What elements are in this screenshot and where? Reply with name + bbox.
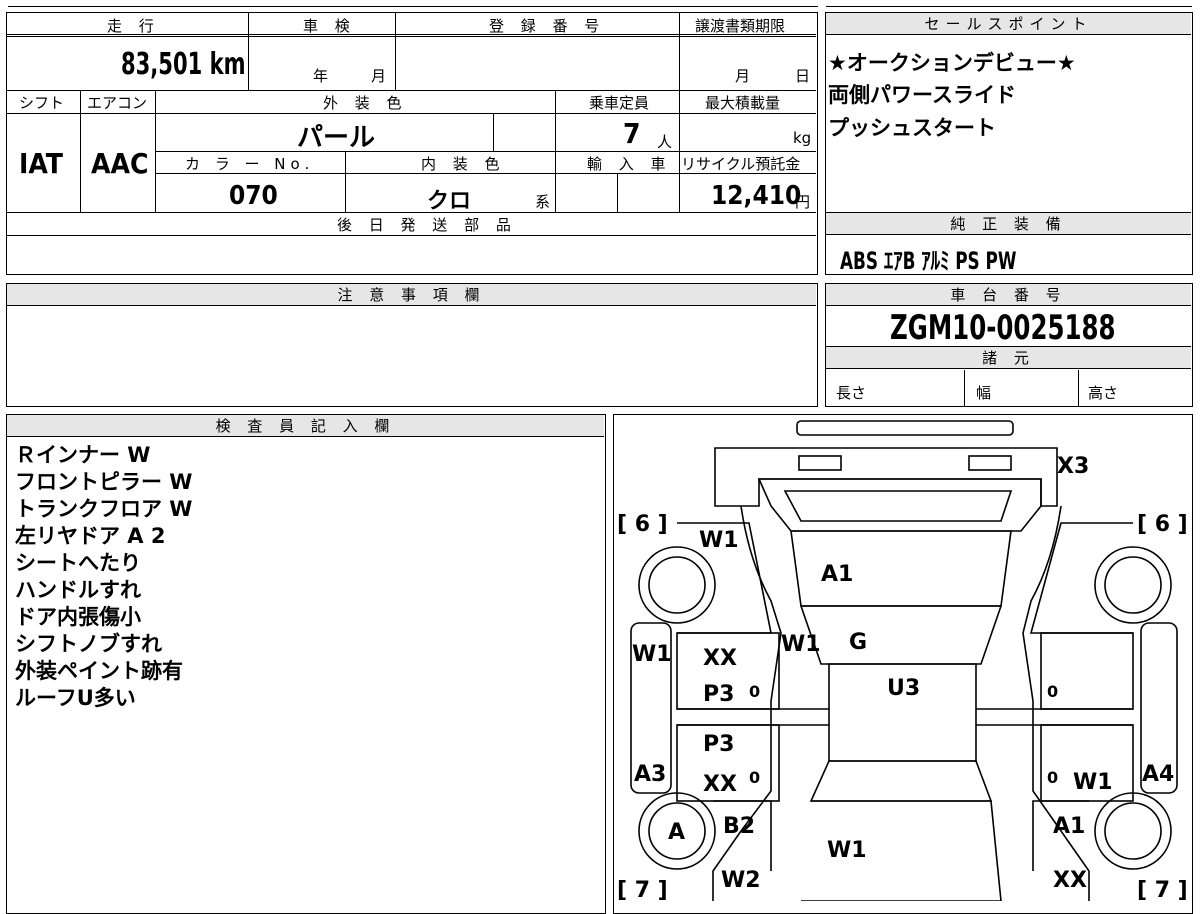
max-load-unit: kg	[793, 129, 812, 147]
zero-mark: 0	[1047, 768, 1058, 787]
transfer-day: 日	[795, 67, 811, 85]
mark: X3	[1057, 454, 1089, 479]
rear-spoiler	[796, 420, 1014, 436]
mark: P3	[703, 732, 734, 757]
inspector-line: ハンドルすれ	[15, 578, 141, 602]
mark: A1	[821, 562, 853, 587]
recycle-header: リサイクル預託金	[681, 155, 801, 173]
zero-mark: 0	[749, 682, 760, 701]
mark: W1	[781, 632, 821, 657]
max-load-header: 最大積載量	[705, 94, 781, 112]
sales-line-3: プッシュスタート	[828, 116, 996, 140]
chassis-panel: 車 台 番 号 ZGM10-0025188 諸 元 長さ 幅 高さ	[825, 283, 1193, 407]
recycle-value: 12,410	[711, 181, 802, 211]
mark: A4	[1142, 762, 1174, 787]
inspection-header: 車 検	[303, 17, 356, 35]
sales-point-title: セールスポイント	[924, 15, 1093, 33]
shift-value: IAT	[19, 147, 63, 180]
capacity-unit: 人	[657, 133, 673, 151]
transfer-month: 月	[735, 67, 751, 85]
mark: W1	[699, 528, 739, 553]
interior-value: クロ	[427, 189, 472, 214]
registration-header: 登 録 番 号	[489, 17, 606, 35]
exterior-value: パール	[297, 123, 376, 153]
roof	[799, 605, 1003, 665]
inspector-line: 左リヤドア A 2	[15, 524, 166, 548]
sales-line-2: 両側パワースライド	[828, 83, 1016, 107]
spec-table: 走 行 車 検 登 録 番 号 譲渡書類期限 83,501 km 年 月 月 日…	[6, 12, 818, 275]
mark: W1	[827, 838, 867, 863]
sales-point-panel: セールスポイント ★オークションデビュー★ 両側パワースライド プッシュスタート…	[825, 12, 1193, 275]
tire-rear-left: [ 7 ]	[617, 878, 668, 901]
zero-mark: 0	[749, 768, 760, 787]
tire-rear-right: [ 7 ]	[1137, 878, 1188, 901]
width-label: 幅	[976, 384, 992, 402]
inspector-line: シートへたり	[15, 551, 141, 575]
color-no-header: カ ラ ー No.	[185, 155, 315, 173]
zero-mark: 0	[1047, 682, 1058, 701]
mark: G	[849, 630, 867, 655]
inspector-title: 検 査 員 記 入 欄	[215, 417, 396, 435]
mark: W1	[632, 642, 672, 667]
chassis-number: ZGM10-0025188	[890, 308, 1116, 348]
tire-front-left: [ 6 ]	[617, 512, 668, 537]
height-label: 高さ	[1088, 384, 1119, 402]
tire-front-right: [ 6 ]	[1137, 512, 1188, 537]
notes-title: 注 意 事 項 欄	[337, 286, 486, 304]
equipment-items: ABS ｴｱB ｱﾙﾐ PS PW	[840, 247, 1017, 275]
mark: A	[668, 820, 685, 845]
aircon-value: AAC	[91, 147, 149, 180]
import-header: 輸 入 車	[587, 155, 672, 173]
dims-title: 諸 元	[982, 349, 1035, 367]
left-rear-wheel	[638, 546, 716, 624]
right-rear-wheel	[1094, 546, 1172, 624]
capacity-value: 7	[623, 117, 641, 150]
inspector-line: ルーフU多い	[15, 686, 136, 710]
mark: A1	[1053, 814, 1085, 839]
notes-panel: 注 意 事 項 欄	[6, 283, 818, 407]
recycle-unit: 円	[795, 193, 811, 211]
inspector-line: ドア内張傷小	[15, 605, 141, 629]
mileage-value: 83,501 km	[121, 47, 246, 82]
inspector-line: 外装ペイント跡有	[15, 659, 183, 683]
parts-header: 後 日 発 送 部 品	[337, 216, 517, 234]
length-label: 長さ	[836, 384, 867, 402]
mark: A3	[634, 762, 666, 787]
aircon-header: エアコン	[87, 94, 148, 112]
inspector-line: Ｒインナー W	[15, 443, 151, 467]
mark: B2	[723, 814, 755, 839]
car-diagram-panel: [ 6 ] [ 6 ] [ 7 ] [ 7 ] X3 W1 A1 W1 G U3…	[613, 414, 1193, 914]
transfer-header: 譲渡書類期限	[695, 17, 786, 35]
mileage-header: 走 行	[107, 17, 160, 35]
inspection-year: 年	[313, 67, 329, 85]
mark: P3	[703, 682, 734, 707]
mark: U3	[887, 676, 920, 701]
mark: W2	[721, 868, 761, 893]
right-front-wheel	[1094, 792, 1172, 870]
chassis-title: 車 台 番 号	[950, 286, 1067, 304]
exterior-header: 外 装 色	[323, 94, 408, 112]
inspector-panel: 検 査 員 記 入 欄 Ｒインナー W フロントピラー W トランクフロア W …	[6, 414, 606, 914]
sales-line-1: ★オークションデビュー★	[828, 51, 1076, 75]
inspector-line: フロントピラー W	[15, 470, 193, 494]
car-diagram: [ 6 ] [ 6 ] [ 7 ] [ 7 ] X3 W1 A1 W1 G U3…	[617, 420, 1188, 901]
mark: W1	[1073, 770, 1113, 795]
inspector-line: シフトノブすれ	[15, 632, 162, 656]
inspection-month: 月	[371, 67, 387, 85]
shift-header: シフト	[19, 94, 65, 112]
inspector-line: トランクフロア W	[15, 497, 193, 521]
mark: XX	[703, 646, 737, 671]
capacity-header: 乗車定員	[589, 94, 650, 112]
tailgate	[757, 478, 1042, 532]
mark: XX	[703, 772, 737, 797]
interior-suffix: 系	[535, 193, 551, 211]
interior-header: 内 装 色	[421, 155, 506, 173]
color-no-value: 070	[229, 181, 278, 211]
mark: XX	[1053, 868, 1087, 893]
equipment-title: 純 正 装 備	[950, 215, 1067, 233]
windshield	[809, 760, 993, 802]
